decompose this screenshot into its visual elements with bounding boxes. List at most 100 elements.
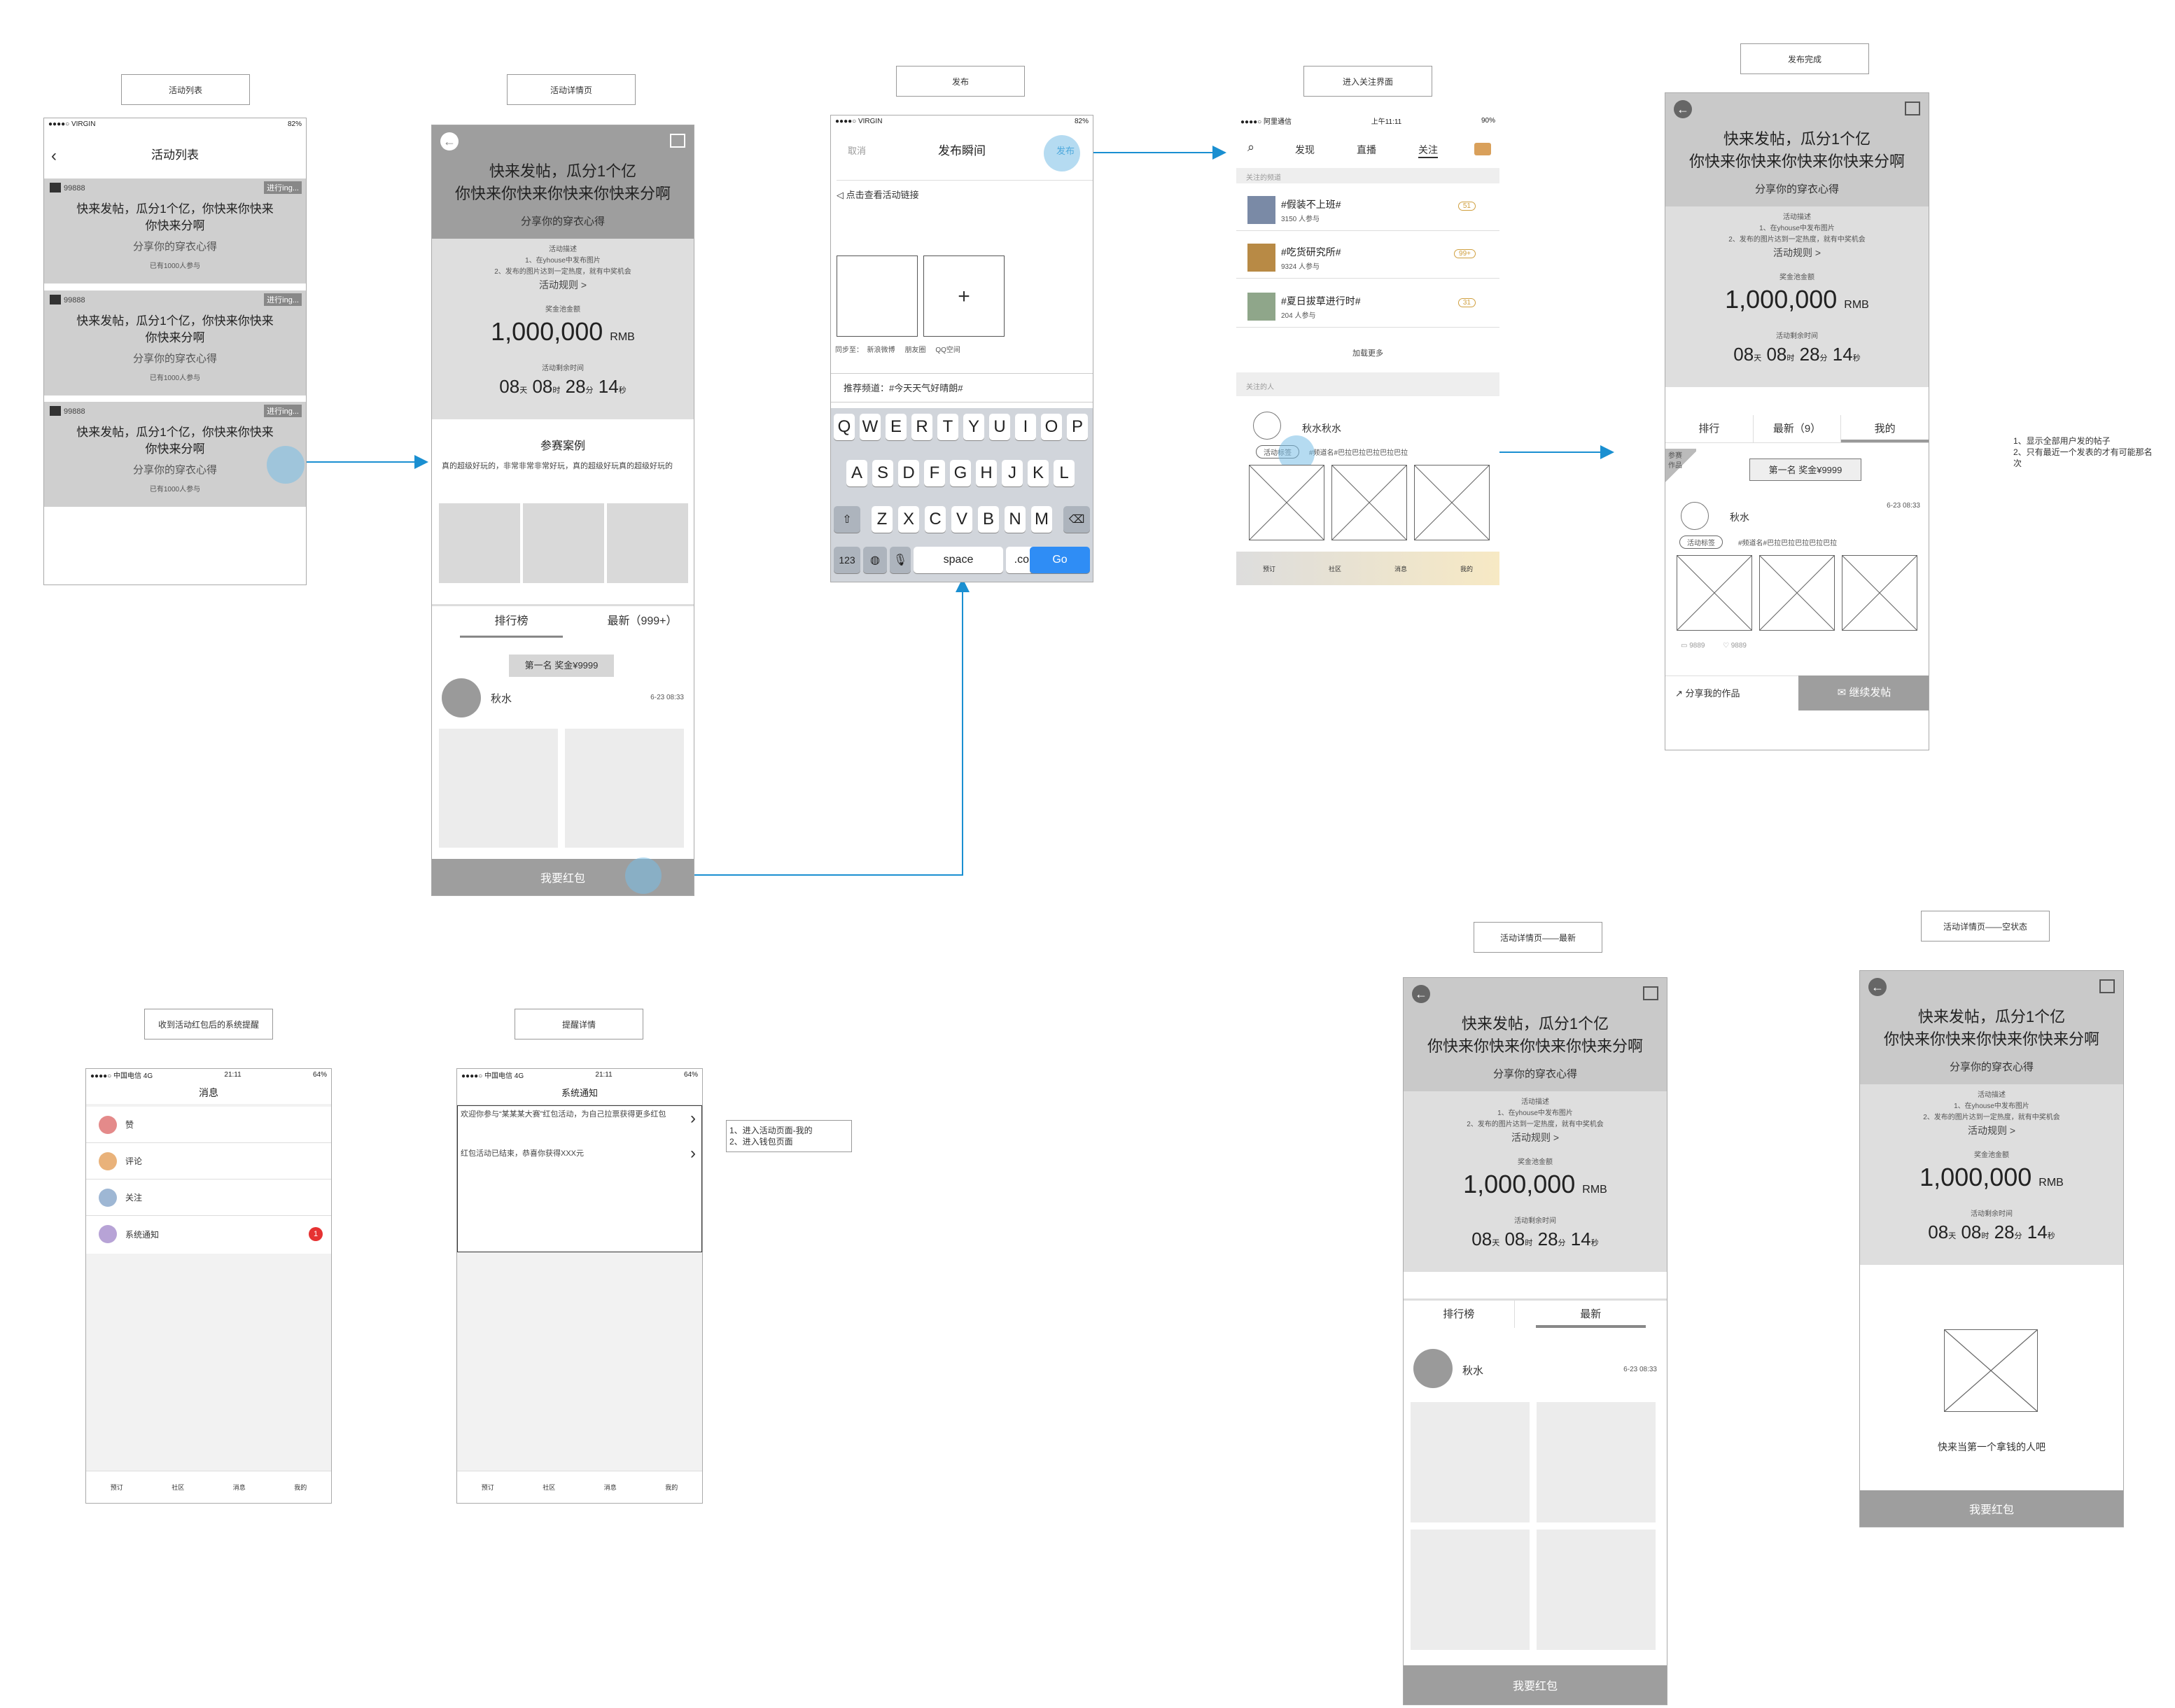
- back-icon[interactable]: ←: [1674, 100, 1692, 118]
- tab-mine[interactable]: 我的: [665, 1483, 678, 1492]
- share-icon[interactable]: [670, 134, 685, 148]
- channel-item[interactable]: #夏日拔草进行时# 204 人参与 31: [1236, 283, 1499, 328]
- tag-text: #频道名#巴拉巴拉巴拉巴拉巴拉: [1738, 540, 1838, 547]
- key-w[interactable]: W: [860, 414, 881, 440]
- tab-rank[interactable]: 排行榜: [460, 606, 563, 638]
- tab-messages[interactable]: 消息: [604, 1483, 617, 1492]
- key-h[interactable]: H: [976, 460, 997, 486]
- share-icon[interactable]: [1905, 102, 1920, 115]
- key-t[interactable]: T: [937, 414, 958, 440]
- list-item-system[interactable]: 系统通知 1: [86, 1216, 331, 1252]
- microphone-icon[interactable]: 🎙: [890, 547, 911, 573]
- key-s[interactable]: S: [872, 460, 893, 486]
- desc-2: 2、发布的图片达到一定热度，就有中奖机会: [1467, 1121, 1604, 1128]
- list-item-follow[interactable]: 关注: [86, 1180, 331, 1216]
- key-n[interactable]: N: [1005, 506, 1026, 533]
- key-p[interactable]: P: [1067, 414, 1088, 440]
- go-key[interactable]: Go: [1030, 547, 1090, 573]
- globe-icon[interactable]: ◍: [863, 547, 887, 573]
- tab-mine[interactable]: 我的: [1841, 415, 1929, 442]
- activity-card[interactable]: 99888 进行ing... 快来发帖，瓜分1个亿，你快来你快来 你快来分啊 分享…: [44, 402, 306, 507]
- key-z[interactable]: Z: [872, 506, 893, 533]
- key-j[interactable]: J: [1002, 460, 1023, 486]
- tab-rank[interactable]: 排行榜: [1404, 1301, 1515, 1328]
- activity-card[interactable]: 99888 进行ing... 快来发帖，瓜分1个亿，你快来你快来 你快来分啊 分享…: [44, 178, 306, 284]
- list-item-comments[interactable]: 评论: [86, 1143, 331, 1180]
- tab-booking[interactable]: 预订: [111, 1483, 123, 1492]
- tab-latest[interactable]: 最新（999+）: [591, 606, 694, 638]
- get-redpacket-button[interactable]: 我要红包: [1404, 1665, 1667, 1704]
- tab-live[interactable]: 直播: [1357, 143, 1376, 157]
- key-g[interactable]: G: [950, 460, 971, 486]
- channel-item[interactable]: #假装不上班# 3150 人参与 51: [1236, 186, 1499, 231]
- camera-icon[interactable]: [1474, 143, 1491, 155]
- tab-community[interactable]: 社区: [1329, 564, 1341, 573]
- tab-latest[interactable]: 最新: [1535, 1301, 1646, 1328]
- channel-row[interactable]: 推荐频道：#今天天气好晴朗#: [831, 373, 1093, 402]
- key-q[interactable]: Q: [834, 414, 855, 440]
- key-x[interactable]: X: [898, 506, 919, 533]
- get-redpacket-button[interactable]: 我要红包: [1860, 1490, 2123, 1527]
- key-v[interactable]: V: [951, 506, 972, 533]
- key-i[interactable]: I: [1015, 414, 1036, 440]
- channel-name: #吃货研究所#: [1281, 246, 1341, 258]
- continue-post-button[interactable]: ✉ 继续发帖: [1798, 676, 1929, 710]
- activity-card[interactable]: 99888 进行ing... 快来发帖，瓜分1个亿，你快来你快来 你快来分啊 分享…: [44, 290, 306, 396]
- share-icon[interactable]: [2099, 979, 2115, 993]
- tab-booking[interactable]: 预订: [482, 1483, 494, 1492]
- tab-mine[interactable]: 我的: [294, 1483, 307, 1492]
- tab-discover[interactable]: 发现: [1295, 143, 1315, 157]
- key-a[interactable]: A: [846, 460, 867, 486]
- add-image-button[interactable]: +: [923, 255, 1005, 337]
- tab-following[interactable]: 关注: [1418, 143, 1438, 158]
- key-y[interactable]: Y: [963, 414, 984, 440]
- rules-link[interactable]: 活动规则 >: [1665, 246, 1929, 260]
- key-e[interactable]: E: [886, 414, 907, 440]
- rules-link[interactable]: 活动规则 >: [1404, 1130, 1667, 1144]
- key-r[interactable]: R: [911, 414, 932, 440]
- tab-booking[interactable]: 预订: [1263, 564, 1275, 573]
- key-c[interactable]: C: [925, 506, 946, 533]
- tab-messages[interactable]: 消息: [1394, 564, 1407, 573]
- notice-item[interactable]: 红包活动已结束，恭喜你获得XXX元: [461, 1148, 680, 1159]
- key-l[interactable]: L: [1054, 460, 1075, 486]
- tab-community[interactable]: 社区: [543, 1483, 555, 1492]
- activity-tag[interactable]: 活动标签: [1679, 536, 1723, 549]
- back-icon[interactable]: ←: [1868, 978, 1887, 996]
- tab-rank[interactable]: 排行: [1665, 415, 1754, 442]
- key-o[interactable]: O: [1041, 414, 1062, 440]
- key-m[interactable]: M: [1031, 506, 1052, 533]
- key-b[interactable]: B: [978, 506, 999, 533]
- numbers-key[interactable]: 123: [834, 547, 860, 573]
- key-d[interactable]: D: [898, 460, 919, 486]
- rules-link[interactable]: 活动规则 >: [432, 278, 694, 292]
- space-key[interactable]: space: [914, 547, 1003, 573]
- notice-item[interactable]: 欢迎你参与“某某某大赛”红包活动，为自己拉票获得更多红包: [461, 1109, 680, 1120]
- avatar: [1413, 1349, 1453, 1388]
- avatar: [1253, 412, 1281, 440]
- back-icon[interactable]: ←: [1412, 985, 1430, 1003]
- like-count[interactable]: ♡ 9889: [1723, 642, 1747, 650]
- sync-options[interactable]: 同步至： 新浪微博 朋友圈 QQ空间: [835, 344, 960, 354]
- first-prize-badge: 第一名 奖金¥9999: [1749, 458, 1861, 481]
- list-item-likes[interactable]: 赞: [86, 1107, 331, 1143]
- shift-key[interactable]: ⇧: [834, 506, 860, 533]
- load-more-button[interactable]: 加载更多: [1236, 347, 1499, 358]
- delete-key[interactable]: ⌫: [1063, 506, 1090, 533]
- share-work-button[interactable]: ↗ 分享我的作品: [1665, 676, 1798, 710]
- tab-community[interactable]: 社区: [172, 1483, 184, 1492]
- rules-link[interactable]: 活动规则 >: [1860, 1124, 2123, 1138]
- back-icon[interactable]: ←: [440, 132, 459, 150]
- share-icon[interactable]: [1643, 986, 1658, 1000]
- channel-item[interactable]: #吃货研究所# 9324 人参与 99+: [1236, 234, 1499, 279]
- tab-latest[interactable]: 最新（9）: [1754, 415, 1842, 442]
- comment-count-value: 9889: [1689, 642, 1705, 650]
- tab-mine[interactable]: 我的: [1460, 564, 1473, 573]
- key-f[interactable]: F: [924, 460, 945, 486]
- search-icon[interactable]: ⌕: [1247, 140, 1254, 155]
- activity-link[interactable]: ◁ 点击查看活动链接: [837, 180, 1093, 201]
- key-u[interactable]: U: [989, 414, 1010, 440]
- tab-messages[interactable]: 消息: [233, 1483, 246, 1492]
- comment-count[interactable]: ▭ 9889: [1681, 642, 1705, 650]
- key-k[interactable]: K: [1028, 460, 1049, 486]
